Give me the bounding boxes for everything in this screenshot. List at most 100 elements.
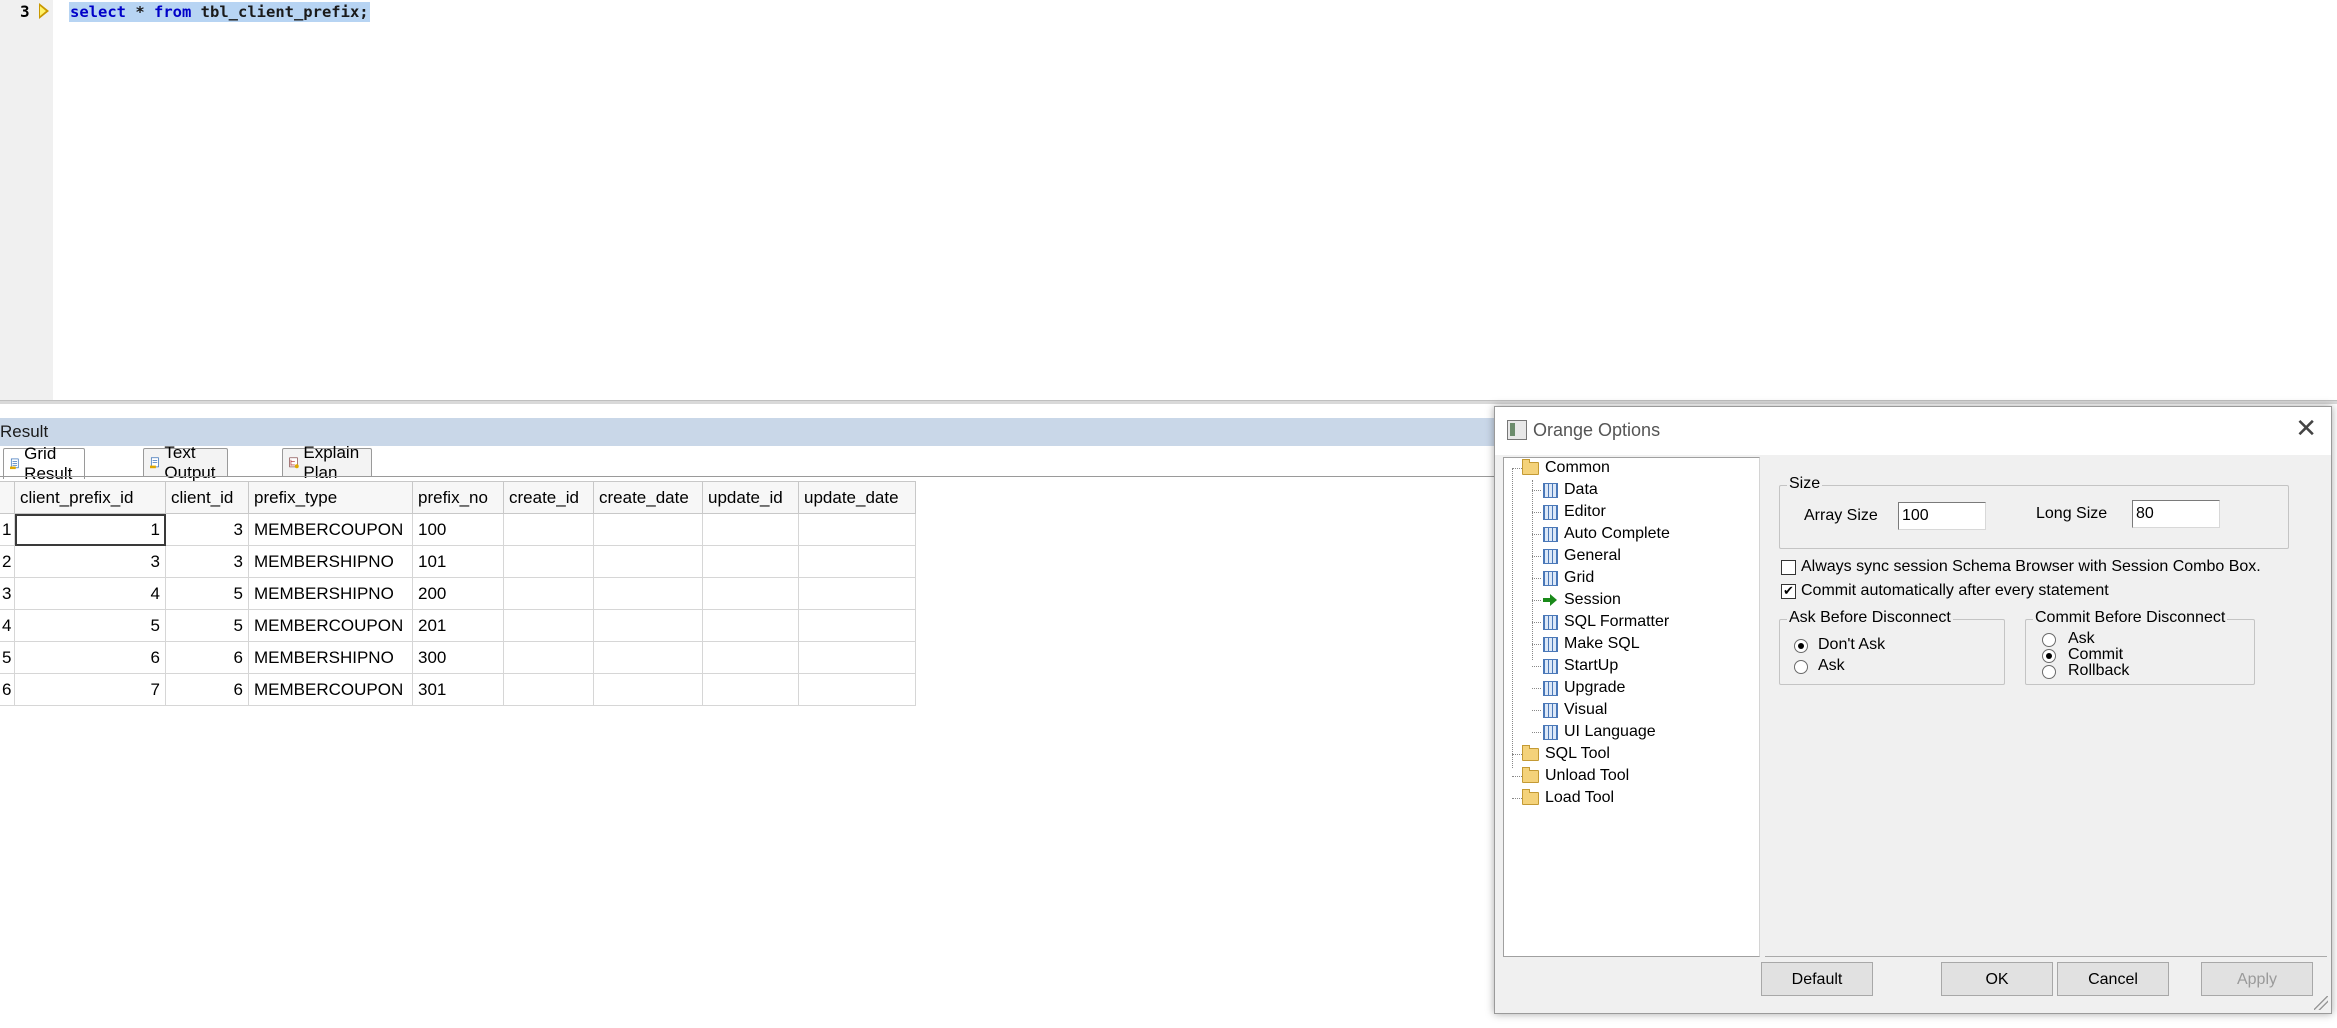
grid-cell[interactable] [798, 545, 916, 578]
grid-cell[interactable]: 200 [412, 577, 504, 610]
grid-cell[interactable]: 6 [14, 641, 166, 674]
tree-node-ui-language[interactable]: UI Language [1532, 722, 1656, 742]
grid-cell[interactable]: 301 [412, 673, 504, 706]
column-header[interactable]: create_date [593, 481, 703, 514]
grid-cell[interactable]: 100 [412, 513, 504, 546]
close-icon[interactable]: ✕ [2295, 415, 2317, 441]
grid-cell[interactable]: 3 [14, 545, 166, 578]
table-row[interactable]: 2 3 3 MEMBERSHIPNO 101 [0, 545, 916, 578]
grid-cell[interactable]: 5 [165, 577, 249, 610]
grid-cell[interactable]: MEMBERSHIPNO [248, 545, 413, 578]
grid-cell[interactable]: 5 [14, 609, 166, 642]
tree-node-load-tool[interactable]: Load Tool [1512, 788, 1614, 808]
tab-explain-plan[interactable]: Explain Plan [282, 443, 372, 482]
grid-cell[interactable] [593, 641, 703, 674]
radio-ask[interactable] [2042, 633, 2056, 647]
grid-cell[interactable] [702, 609, 799, 642]
grid-cell[interactable] [503, 641, 594, 674]
tab-grid-result[interactable]: Grid Result [3, 444, 86, 483]
grid-cell[interactable]: 3 [165, 545, 249, 578]
table-row[interactable]: 3 4 5 MEMBERSHIPNO 200 [0, 577, 916, 610]
tree-node-startup[interactable]: StartUp [1532, 656, 1618, 676]
grid-cell[interactable]: 5 [165, 609, 249, 642]
options-tree[interactable]: Common Data Editor Auto Complete General… [1503, 457, 1760, 957]
grid-cell[interactable] [503, 577, 594, 610]
result-grid[interactable]: client_prefix_id client_id prefix_type p… [0, 481, 916, 706]
grid-cell[interactable]: MEMBERCOUPON [248, 513, 413, 546]
tree-node-upgrade[interactable]: Upgrade [1532, 678, 1625, 698]
grid-cell[interactable] [798, 673, 916, 706]
grid-cell[interactable]: 1 [14, 513, 166, 546]
column-header[interactable]: client_id [165, 481, 249, 514]
column-header[interactable]: client_prefix_id [14, 481, 166, 514]
grid-cell[interactable] [798, 609, 916, 642]
grid-cell[interactable] [798, 513, 916, 546]
grid-cell[interactable] [593, 673, 703, 706]
tree-node-common[interactable]: Common [1522, 458, 1610, 478]
column-header[interactable]: update_id [702, 481, 799, 514]
default-button[interactable]: Default [1761, 962, 1873, 996]
tree-node-session[interactable]: Session [1532, 590, 1621, 610]
grid-cell[interactable] [503, 609, 594, 642]
radio-commit[interactable] [2042, 649, 2056, 663]
grid-cell[interactable]: MEMBERCOUPON [248, 673, 413, 706]
grid-cell[interactable] [798, 641, 916, 674]
grid-cell[interactable]: MEMBERCOUPON [248, 609, 413, 642]
long-size-input[interactable] [2132, 500, 2220, 528]
grid-cell[interactable] [702, 513, 799, 546]
grid-cell[interactable] [593, 577, 703, 610]
tree-node-general[interactable]: General [1532, 546, 1621, 566]
grid-cell[interactable]: MEMBERSHIPNO [248, 577, 413, 610]
grid-cell[interactable] [503, 673, 594, 706]
grid-cell[interactable] [702, 673, 799, 706]
grid-cell[interactable]: 4 [14, 577, 166, 610]
grid-cell[interactable] [593, 513, 703, 546]
dialog-titlebar[interactable]: Orange Options ✕ [1495, 407, 2331, 455]
tree-node-editor[interactable]: Editor [1532, 502, 1606, 522]
grid-cell[interactable] [702, 641, 799, 674]
tree-node-visual[interactable]: Visual [1532, 700, 1607, 720]
grid-cell[interactable] [702, 577, 799, 610]
column-header[interactable]: update_date [798, 481, 916, 514]
tree-node-unload-tool[interactable]: Unload Tool [1512, 766, 1629, 786]
grid-cell[interactable]: 3 [165, 513, 249, 546]
sql-statement[interactable]: select * from tbl_client_prefix; [69, 2, 370, 22]
column-header[interactable]: prefix_no [412, 481, 504, 514]
grid-cell[interactable] [798, 577, 916, 610]
column-header[interactable]: prefix_type [248, 481, 413, 514]
grid-cell[interactable] [702, 545, 799, 578]
tab-text-output[interactable]: Text Output [143, 443, 229, 482]
tree-node-data[interactable]: Data [1532, 480, 1598, 500]
table-row[interactable]: 6 7 6 MEMBERCOUPON 301 [0, 673, 916, 706]
radio-ask[interactable] [1794, 660, 1808, 674]
grid-cell[interactable] [503, 513, 594, 546]
radio-dont-ask[interactable] [1794, 639, 1808, 653]
tree-node-grid[interactable]: Grid [1532, 568, 1594, 588]
cancel-button[interactable]: Cancel [2057, 962, 2169, 996]
grid-cell[interactable] [593, 545, 703, 578]
splitter[interactable] [0, 400, 2337, 404]
table-row[interactable]: 1 1 3 MEMBERCOUPON 100 [0, 513, 916, 546]
grid-cell[interactable]: 300 [412, 641, 504, 674]
grid-cell[interactable]: 7 [14, 673, 166, 706]
grid-cell[interactable]: MEMBERSHIPNO [248, 641, 413, 674]
tree-node-sql-tool[interactable]: SQL Tool [1512, 744, 1610, 764]
grid-cell[interactable] [503, 545, 594, 578]
grid-cell[interactable]: 101 [412, 545, 504, 578]
column-header[interactable]: create_id [503, 481, 594, 514]
radio-rollback[interactable] [2042, 665, 2056, 679]
commit-auto-checkbox[interactable]: ✔ [1781, 584, 1796, 599]
grid-cell[interactable] [593, 609, 703, 642]
array-size-input[interactable] [1898, 502, 1986, 530]
grid-cell[interactable]: 6 [165, 673, 249, 706]
tree-node-auto-complete[interactable]: Auto Complete [1532, 524, 1670, 544]
ok-button[interactable]: OK [1941, 962, 2053, 996]
grid-cell[interactable]: 201 [412, 609, 504, 642]
table-row[interactable]: 4 5 5 MEMBERCOUPON 201 [0, 609, 916, 642]
grid-cell[interactable]: 6 [165, 641, 249, 674]
apply-button[interactable]: Apply [2201, 962, 2313, 996]
tree-node-sql-formatter[interactable]: SQL Formatter [1532, 612, 1669, 632]
sql-editor[interactable]: 3 select * from tbl_client_prefix; [0, 0, 2337, 404]
resize-grip-icon[interactable] [2314, 996, 2328, 1010]
tree-node-make-sql[interactable]: Make SQL [1532, 634, 1640, 654]
